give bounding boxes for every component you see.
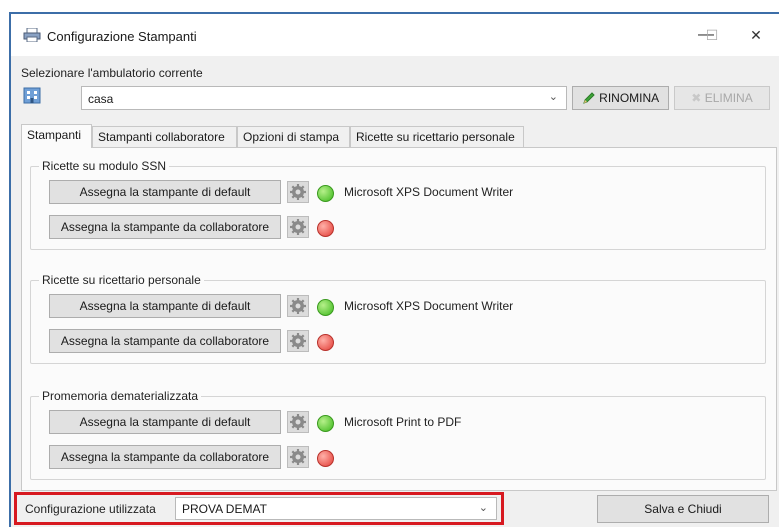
delete-label: ELIMINA <box>704 91 753 105</box>
assigned-printer-name: Microsoft XPS Document Writer <box>344 185 514 199</box>
printer-icon <box>23 28 41 42</box>
rename-button[interactable]: RINOMINA <box>572 86 669 110</box>
status-indicator-red <box>317 450 334 467</box>
pencil-icon <box>583 92 595 104</box>
assigned-printer-name: Microsoft Print to PDF <box>344 415 462 429</box>
config-value: PROVA DEMAT <box>182 502 267 516</box>
assign-default-printer-button[interactable]: Assegna la stampante di default <box>49 180 281 204</box>
status-indicator-green <box>317 299 334 316</box>
config-label: Configurazione utilizzata <box>25 502 156 516</box>
maximize-button[interactable]: ☐ <box>697 22 727 48</box>
assign-collaborator-printer-button[interactable]: Assegna la stampante da collaboratore <box>49 445 281 469</box>
close-button[interactable]: ✕ <box>741 22 771 48</box>
gear-icon[interactable] <box>287 330 309 352</box>
gear-icon[interactable] <box>287 295 309 317</box>
status-indicator-red <box>317 334 334 351</box>
status-indicator-green <box>317 185 334 202</box>
delete-button[interactable]: ✖ ELIMINA <box>674 86 770 110</box>
building-icon <box>23 87 41 104</box>
chevron-down-icon: ⌄ <box>478 502 488 514</box>
gear-icon[interactable] <box>287 411 309 433</box>
assign-collaborator-printer-button[interactable]: Assegna la stampante da collaboratore <box>49 215 281 239</box>
config-highlight-box: Configurazione utilizzata PROVA DEMAT ⌄ <box>14 492 504 525</box>
tab-ricette-ricettario-personale[interactable]: Ricette su ricettario personale <box>350 126 524 148</box>
tab-stampanti[interactable]: Stampanti <box>21 124 92 148</box>
ambulatorio-value: casa <box>88 92 114 106</box>
tab-opzioni-di-stampa[interactable]: Opzioni di stampa <box>237 126 350 148</box>
save-and-close-button[interactable]: Salva e Chiudi <box>597 495 769 523</box>
delete-icon: ✖ <box>691 91 702 105</box>
group-ricette-ssn: Ricette su modulo SSN Assegna la stampan… <box>30 159 766 250</box>
status-indicator-red <box>317 220 334 237</box>
chevron-down-icon: ⌄ <box>548 91 558 103</box>
ambulatorio-select[interactable]: casa ⌄ <box>81 86 567 110</box>
group-title: Ricette su modulo SSN <box>39 159 170 173</box>
printer-config-window: Configurazione Stampanti — ☐ ✕ Seleziona… <box>9 12 779 527</box>
group-ricettario-personale: Ricette su ricettario personale Assegna … <box>30 273 766 364</box>
group-title: Ricette su ricettario personale <box>39 273 204 287</box>
assign-default-printer-button[interactable]: Assegna la stampante di default <box>49 410 281 434</box>
status-indicator-green <box>317 415 334 432</box>
group-promemoria-dematerializzata: Promemoria dematerializzata Assegna la s… <box>30 389 766 480</box>
ambulatorio-label: Selezionare l'ambulatorio corrente <box>21 66 203 80</box>
gear-icon[interactable] <box>287 216 309 238</box>
gear-icon[interactable] <box>287 181 309 203</box>
window-title: Configurazione Stampanti <box>47 29 197 44</box>
assigned-printer-name: Microsoft XPS Document Writer <box>344 299 514 313</box>
rename-label: RINOMINA <box>599 91 660 105</box>
group-title: Promemoria dematerializzata <box>39 389 202 403</box>
title-bar: Configurazione Stampanti — ☐ ✕ <box>11 14 779 56</box>
assign-collaborator-printer-button[interactable]: Assegna la stampante da collaboratore <box>49 329 281 353</box>
tab-stampanti-collaboratore[interactable]: Stampanti collaboratore <box>92 126 237 148</box>
gear-icon[interactable] <box>287 446 309 468</box>
assign-default-printer-button[interactable]: Assegna la stampante di default <box>49 294 281 318</box>
config-select[interactable]: PROVA DEMAT ⌄ <box>175 497 497 520</box>
tab-panel-stampanti: Ricette su modulo SSN Assegna la stampan… <box>21 147 777 491</box>
